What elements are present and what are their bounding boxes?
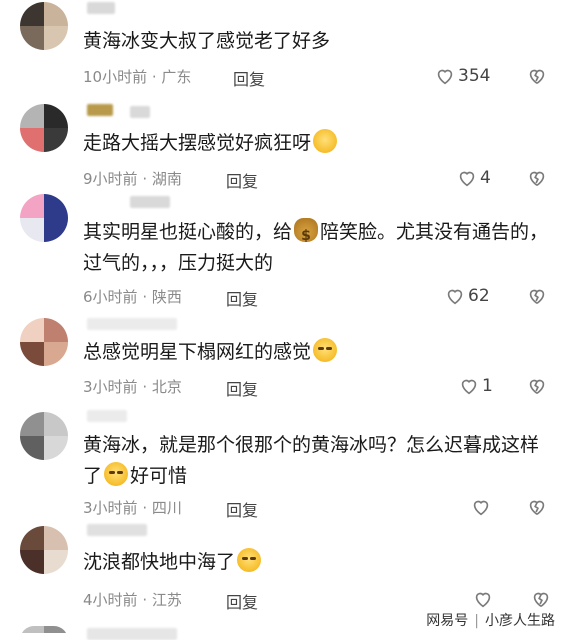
comment-text: 黄海冰变大叔了感觉老了好多: [83, 30, 331, 52]
like-heart-icon[interactable]: [444, 285, 466, 307]
avatar[interactable]: [20, 526, 68, 574]
dislike-broken-heart-icon[interactable]: [526, 285, 548, 307]
watermark-separator: |: [474, 613, 479, 629]
watermark-author: 小彦人生路: [485, 613, 555, 629]
dislike-broken-heart-icon[interactable]: [530, 588, 552, 610]
comment-meta: 4小时前 · 江苏: [83, 591, 182, 609]
reply-button[interactable]: 回复: [226, 376, 258, 400]
comment-meta: 6小时前 · 陕西: [83, 288, 182, 306]
username-blurred[interactable]: [87, 104, 113, 116]
comment-meta: 3小时前 · 四川: [83, 499, 182, 517]
like-heart-icon[interactable]: [434, 65, 456, 87]
smiling-emoji-icon: [313, 129, 338, 153]
money-bag-emoji-icon: [294, 218, 319, 252]
avatar[interactable]: [20, 412, 68, 460]
username-blurred[interactable]: [130, 106, 150, 118]
dislike-broken-heart-icon[interactable]: [526, 65, 548, 87]
dislike-broken-heart-icon[interactable]: [526, 167, 548, 189]
avatar[interactable]: [20, 104, 68, 152]
avatar[interactable]: [20, 194, 68, 242]
like-count: 62: [468, 286, 490, 306]
reply-button[interactable]: 回复: [226, 589, 258, 613]
like-count: 354: [458, 66, 491, 86]
comment-text: 走路大摇大摆感觉好疯狂呀: [83, 128, 553, 159]
comment-text: 黄海冰，就是那个很那个的黄海冰吗？怎么迟暮成这样了 好可惜: [83, 434, 540, 487]
laughing-crying-emoji-icon: [104, 462, 129, 486]
watermark-brand: 网易号: [426, 613, 469, 629]
like-count: 1: [482, 376, 493, 396]
dislike-broken-heart-icon[interactable]: [526, 496, 548, 518]
comment-meta: 3小时前 · 北京: [83, 378, 182, 396]
like-heart-icon[interactable]: [458, 375, 480, 397]
like-heart-icon[interactable]: [472, 588, 494, 610]
dislike-broken-heart-icon[interactable]: [526, 375, 548, 397]
watermark: 网易号 | 小彦人生路: [420, 608, 561, 632]
comment-meta: 9小时前 · 湖南: [83, 170, 182, 188]
laughing-crying-emoji-icon: [237, 548, 262, 572]
comment-meta: 10小时前 · 广东: [83, 68, 192, 86]
comment-text: 总感觉明星下榻网红的感觉: [83, 337, 553, 368]
reply-button[interactable]: 回复: [226, 497, 258, 521]
like-heart-icon[interactable]: [470, 496, 492, 518]
username-blurred[interactable]: [87, 524, 147, 536]
reply-button[interactable]: 回复: [233, 66, 265, 90]
comment-text: 沈浪都快地中海了: [83, 547, 553, 578]
laughing-crying-emoji-icon: [313, 338, 338, 362]
username-blurred[interactable]: [87, 628, 177, 640]
avatar[interactable]: [20, 318, 68, 366]
avatar[interactable]: [20, 626, 68, 640]
username-blurred[interactable]: [87, 318, 177, 330]
username-blurred[interactable]: [130, 196, 170, 208]
avatar[interactable]: [20, 2, 68, 50]
reply-button[interactable]: 回复: [226, 286, 258, 310]
like-count: 4: [480, 168, 491, 188]
username-blurred[interactable]: [87, 410, 127, 422]
reply-button[interactable]: 回复: [226, 168, 258, 192]
like-heart-icon[interactable]: [456, 167, 478, 189]
comment-text: 其实明星也挺心酸的，给陪笑脸。尤其没有通告的，过气的，，，压力挺大的: [83, 217, 553, 279]
username-blurred[interactable]: [87, 2, 115, 14]
